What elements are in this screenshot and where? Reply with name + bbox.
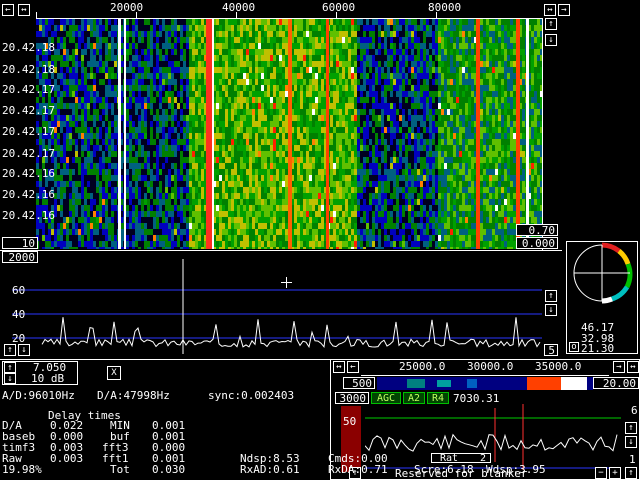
timestamp-label: 20.42.17 bbox=[2, 147, 55, 160]
top-frequency-ruler: 20000 40000 60000 80000 bbox=[36, 0, 542, 19]
ad-rate: A/D:96010Hz bbox=[2, 389, 75, 402]
scroll-left-button[interactable]: ← bbox=[2, 4, 14, 16]
bb-right-bottom: 1 bbox=[629, 453, 636, 466]
ruler-label: 20000 bbox=[110, 1, 144, 14]
timestamp-label: 20.42.17 bbox=[2, 104, 55, 117]
ruler-label: 60000 bbox=[322, 1, 356, 14]
delay-label: 19.98% bbox=[2, 463, 42, 476]
control-box: ↑ ↓ 7.050 10 dB bbox=[2, 361, 78, 385]
sync-value: sync:0.002403 bbox=[208, 389, 295, 402]
bb-bandwidth-box[interactable]: 3000 bbox=[335, 392, 369, 404]
rxda-value: RxDA:0.71 bbox=[328, 463, 388, 476]
scre-value: Scre:6.18 bbox=[414, 463, 474, 476]
spectrum-up-button[interactable]: ↑ bbox=[4, 344, 16, 356]
ruler-label: 80000 bbox=[428, 1, 462, 14]
spectrum-right-down-button[interactable]: ↓ bbox=[545, 304, 557, 316]
waterfall-display[interactable] bbox=[36, 19, 542, 249]
waterfall-bottom-left-box[interactable]: 10 bbox=[2, 237, 38, 249]
bb-right-value[interactable]: 20.00 bbox=[593, 377, 639, 389]
spectrum-axis-label: 40 bbox=[12, 308, 26, 321]
bb-waterfall-strip bbox=[377, 377, 593, 390]
scroll-right-fast-button[interactable]: ↔ bbox=[544, 4, 556, 16]
bb-right-button[interactable]: → bbox=[613, 361, 625, 373]
bb-right-fast-button[interactable]: ↔ bbox=[627, 361, 639, 373]
bb-bottom-up-right-button[interactable]: ↑ bbox=[625, 467, 637, 479]
waterfall-up-button[interactable]: ↑ bbox=[545, 18, 557, 30]
bb-left-value[interactable]: 500 bbox=[343, 377, 375, 389]
polar-meter-icon bbox=[573, 242, 633, 304]
timestamp-label: 20.42.18 bbox=[2, 63, 55, 76]
timestamp-label: 20.42.16 bbox=[2, 167, 55, 180]
close-x-button[interactable]: X bbox=[107, 366, 121, 380]
waterfall-timestamps: 20.42.18 20.42.18 20.42.17 20.42.17 20.4… bbox=[0, 18, 70, 250]
waterfall-zero-box[interactable]: 0.000 bbox=[516, 237, 558, 249]
waterfall-gain-box[interactable]: 0.70 bbox=[516, 224, 558, 236]
bb-minus-button[interactable]: − bbox=[595, 467, 607, 479]
crosshair-cursor bbox=[281, 277, 292, 288]
delay-value: 0.003 bbox=[50, 452, 84, 465]
bb-down-button[interactable]: ↓ bbox=[625, 436, 637, 448]
r4-button[interactable]: R4 bbox=[427, 392, 449, 404]
agc-button[interactable]: AGC bbox=[371, 392, 401, 404]
spectrum-graph[interactable] bbox=[12, 259, 542, 354]
timestamp-label: 20.42.17 bbox=[2, 125, 55, 138]
ruler-label: 40000 bbox=[222, 1, 256, 14]
delay-label: Tot bbox=[110, 463, 130, 476]
rxad-value: RxAD:0.61 bbox=[240, 463, 300, 476]
spectrum-axis-label: 20 bbox=[12, 332, 26, 345]
a2-button[interactable]: A2 bbox=[403, 392, 425, 404]
bb-left-fast-button[interactable]: ↔ bbox=[333, 361, 345, 373]
bb-ruler-label: 30000.0 bbox=[467, 360, 514, 373]
bb-plus-button[interactable]: + bbox=[609, 467, 621, 479]
meter-o-button[interactable]: o bbox=[569, 342, 579, 352]
bb-level-value: 50 bbox=[343, 415, 357, 428]
bb-ruler-label: 35000.0 bbox=[535, 360, 582, 373]
bb-right-level: 6 bbox=[631, 404, 638, 417]
rat-number: 2 bbox=[480, 453, 487, 464]
timestamp-label: 20.42.18 bbox=[2, 41, 55, 54]
spectrum-right-box[interactable]: 5 bbox=[544, 344, 558, 356]
waterfall-down-button[interactable]: ↓ bbox=[545, 34, 557, 46]
da-rate: D/A:47998Hz bbox=[97, 389, 170, 402]
meter-value: 21.30 bbox=[581, 342, 615, 355]
timestamp-label: 20.42.17 bbox=[2, 83, 55, 96]
spectrum-axis-label: 60 bbox=[12, 284, 26, 297]
scroll-left-fast-button[interactable]: ↔ bbox=[18, 4, 30, 16]
timestamp-label: 20.42.16 bbox=[2, 209, 55, 222]
spectrum-right-up-button[interactable]: ↑ bbox=[545, 290, 557, 302]
rat-control[interactable]: Rat 2 bbox=[431, 453, 491, 464]
bb-frequency: 7030.31 bbox=[453, 392, 500, 405]
scroll-right-button[interactable]: → bbox=[558, 4, 570, 16]
bb-spectrum-graph[interactable] bbox=[365, 404, 621, 470]
bb-ruler: 25000.0 30000.0 35000.0 bbox=[361, 360, 609, 376]
control-db-value[interactable]: 10 dB bbox=[31, 373, 64, 384]
delay-value: 0.030 bbox=[152, 463, 186, 476]
delay-table: D/A 0.022 MIN 0.001 baseb 0.000 buf 0.00… bbox=[2, 420, 222, 476]
rat-label: Rat bbox=[440, 453, 459, 464]
bb-left-button[interactable]: ← bbox=[347, 361, 359, 373]
bb-ruler-label: 25000.0 bbox=[399, 360, 446, 373]
meter-panel: 46.17 32.98 o 21.30 bbox=[566, 241, 638, 354]
control-down-button[interactable]: ↓ bbox=[4, 373, 16, 384]
wdsp-value: Wdsp:3.95 bbox=[486, 463, 546, 476]
timestamp-label: 20.42.16 bbox=[2, 188, 55, 201]
bb-up-button[interactable]: ↑ bbox=[625, 422, 637, 434]
waterfall-right-scrollbar[interactable]: ↑ ↓ bbox=[542, 18, 561, 250]
control-up-button[interactable]: ↑ bbox=[4, 362, 16, 373]
spectrum-down-button[interactable]: ↓ bbox=[18, 344, 30, 356]
